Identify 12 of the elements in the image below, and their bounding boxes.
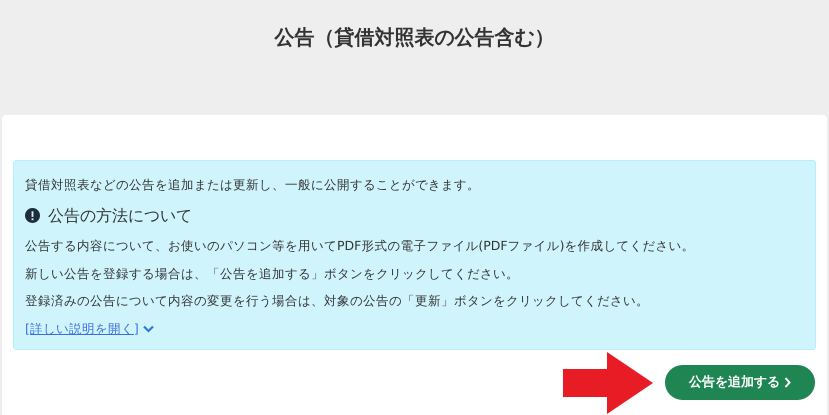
details-link[interactable]: [詳しい説明を開く]: [25, 320, 139, 339]
page-title: 公告（貸借対照表の公告含む）: [274, 24, 554, 51]
arrow-icon: [563, 352, 655, 414]
intro-text: 貸借対照表などの公告を追加または更新し、一般に公開することができます。: [25, 176, 481, 194]
exclamation-icon: [25, 208, 40, 224]
add-notice-button[interactable]: 公告を追加する: [665, 365, 815, 400]
chevron-right-icon: [784, 377, 791, 388]
instruction-text: 公告する内容について、お使いのパソコン等を用いてPDF形式の電子ファイル(PDFファイル)を作成してください。: [25, 236, 696, 255]
chevron-down-icon: [142, 325, 154, 334]
instruction-text: 登録済みの公告について内容の変更を行う場合は、対象の公告の「更新」ボタンをクリックしてください。: [25, 292, 650, 310]
instruction-text: 新しい公告を登録する場合は、「公告を追加する」ボタンをクリックしてください。: [25, 264, 520, 282]
section-heading: 公告の方法について: [48, 204, 192, 227]
